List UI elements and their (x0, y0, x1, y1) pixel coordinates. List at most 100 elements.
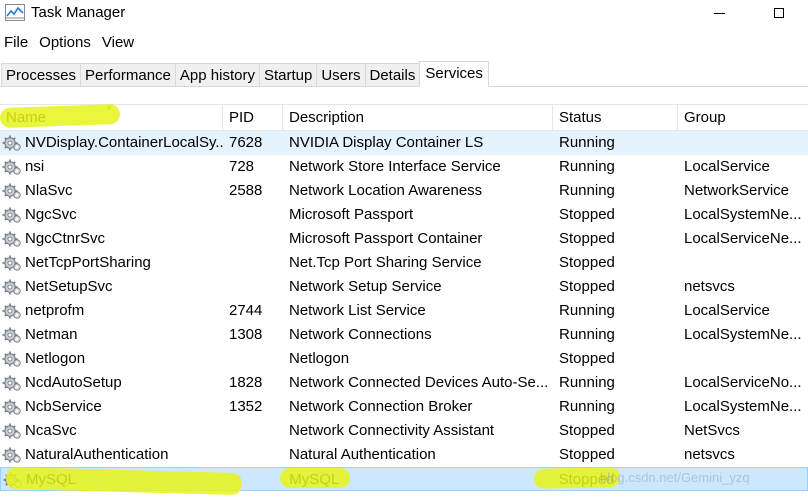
column-header-pid[interactable]: PID (223, 105, 283, 130)
service-name: NcaSvc (25, 422, 77, 439)
table-row[interactable]: netprofm 2744 Network List Service Running L… (0, 299, 808, 323)
service-name: NgcCtnrSvc (25, 230, 106, 247)
table-row[interactable]: NetTcpPortSharing Net.Tcp Port Sharing Se… (0, 251, 808, 275)
cell-name: NlaSvc (0, 179, 223, 203)
cell-name: Netman (0, 323, 223, 347)
table-row[interactable]: NcaSvc Network Connectivity Assistant Stop… (0, 419, 808, 443)
table-row[interactable]: NVDisplay.ContainerLocalSy... 7628 NVIDIA … (0, 131, 808, 155)
tab-users[interactable]: Users (316, 63, 365, 87)
menu-view[interactable]: View (98, 31, 139, 55)
cell-group: netsvcs (684, 446, 735, 463)
cell-status: Running (559, 398, 615, 415)
cell-pid (223, 251, 283, 275)
cell-description: Network Setup Service (289, 278, 442, 295)
service-name: NVDisplay.ContainerLocalSy... (25, 134, 223, 151)
maximize-button[interactable] (756, 0, 802, 26)
cell-group: LocalService (684, 302, 770, 319)
cell-description: Microsoft Passport Container (289, 230, 483, 247)
cell-pid: 1308 (229, 326, 263, 343)
cell-pid (223, 419, 283, 443)
service-name: NaturalAuthentication (25, 446, 169, 463)
cell-status: Running (559, 134, 615, 151)
table-row[interactable]: NaturalAuthentication Natural Authenticat… (0, 443, 808, 467)
column-header-description[interactable]: Description (283, 105, 553, 130)
menu-options[interactable]: Options (35, 31, 96, 55)
cell-status: Stopped (559, 230, 615, 247)
cell-description: Network Connected Devices Auto-Se... (289, 374, 549, 391)
service-name: nsi (25, 158, 45, 175)
table-row[interactable]: Netlogon Netlogon Stopped (0, 347, 808, 371)
cell-pid (223, 443, 283, 467)
table-row[interactable]: NcbService 1352 Network Connection Broker R… (0, 395, 808, 419)
cell-group: NetworkService (684, 182, 790, 199)
cell-pid: 2588 (229, 182, 263, 199)
cell-name: NcdAutoSetup (0, 371, 223, 395)
table-row[interactable]: nsi 728 Network Store Interface Service Run… (0, 155, 808, 179)
cell-pid: 728 (229, 158, 255, 175)
cell-pid (223, 275, 283, 299)
column-header-status[interactable]: Status (553, 105, 678, 130)
column-header-name[interactable]: Name ∨ (0, 105, 223, 130)
service-gear-icon (2, 350, 22, 368)
cell-name: NaturalAuthentication (0, 443, 223, 467)
cell-pid (223, 227, 283, 251)
cell-description: MySQL (289, 471, 340, 488)
service-name: netprofm (25, 302, 85, 319)
table-row[interactable]: Netman 1308 Network Connections Running Loca… (0, 323, 808, 347)
cell-name: NcbService (0, 395, 223, 419)
cell-description: Network Connectivity Assistant (289, 422, 495, 439)
table-row[interactable]: NcdAutoSetup 1828 Network Connected Device… (0, 371, 808, 395)
cell-name: NgcCtnrSvc (0, 227, 223, 251)
tab-services[interactable]: Services (419, 61, 489, 87)
cell-status: Running (559, 374, 615, 391)
task-manager-window: Task Manager File Options View Processes… (0, 0, 808, 498)
service-name: Netman (25, 326, 78, 343)
cell-description: Network List Service (289, 302, 426, 319)
cell-status: Running (559, 326, 615, 343)
cell-pid: 7628 (229, 134, 263, 151)
cell-name: Netlogon (0, 347, 223, 371)
column-header-group[interactable]: Group (678, 105, 808, 130)
service-gear-icon (2, 206, 22, 224)
column-header-name-label: Name (6, 109, 47, 126)
cell-group (678, 347, 808, 371)
tab-app-history[interactable]: App history (174, 63, 259, 87)
table-row[interactable]: NetSetupSvc Network Setup Service Stopped n… (0, 275, 808, 299)
cell-status: Stopped (559, 422, 615, 439)
service-gear-icon (2, 278, 22, 296)
table-row[interactable]: NgcCtnrSvc Microsoft Passport Container St… (0, 227, 808, 251)
cell-status: Running (559, 158, 615, 175)
cell-description: Network Store Interface Service (289, 158, 501, 175)
tab-startup[interactable]: Startup (258, 63, 317, 87)
tab-details[interactable]: Details (364, 63, 420, 87)
service-name: NetTcpPortSharing (25, 254, 151, 271)
cell-name: MySQL (1, 468, 223, 492)
table-row[interactable]: NlaSvc 2588 Network Location Awareness Runn… (0, 179, 808, 203)
tab-processes[interactable]: Processes (1, 63, 81, 87)
minimize-icon (713, 12, 725, 14)
service-name: MySQL (26, 471, 77, 488)
service-gear-icon (2, 182, 22, 200)
minimize-button[interactable] (696, 0, 742, 26)
service-name: NgcSvc (25, 206, 77, 223)
cell-name: NgcSvc (0, 203, 223, 227)
table-row[interactable]: NgcSvc Microsoft Passport Stopped LocalSyst… (0, 203, 808, 227)
cell-name: netprofm (0, 299, 223, 323)
cell-description: Network Location Awareness (289, 182, 483, 199)
service-name: NcdAutoSetup (25, 374, 122, 391)
task-manager-icon (5, 4, 25, 21)
cell-group: NetSvcs (684, 422, 740, 439)
table-body: NVDisplay.ContainerLocalSy... 7628 NVIDIA … (0, 131, 808, 491)
menu-file[interactable]: File (0, 31, 33, 55)
service-gear-icon (2, 230, 22, 248)
cell-name: NcaSvc (0, 419, 223, 443)
cell-name: NVDisplay.ContainerLocalSy... (0, 131, 223, 155)
title-bar[interactable]: Task Manager (0, 0, 808, 26)
cell-status: Running (559, 182, 615, 199)
cell-group: netsvcs (684, 278, 735, 295)
cell-description: Microsoft Passport (289, 206, 414, 223)
cell-description: NVIDIA Display Container LS (289, 134, 484, 151)
cell-group: LocalSystemNe... (684, 206, 802, 223)
cell-group: LocalSystemNe... (684, 398, 802, 415)
tab-performance[interactable]: Performance (80, 63, 175, 87)
